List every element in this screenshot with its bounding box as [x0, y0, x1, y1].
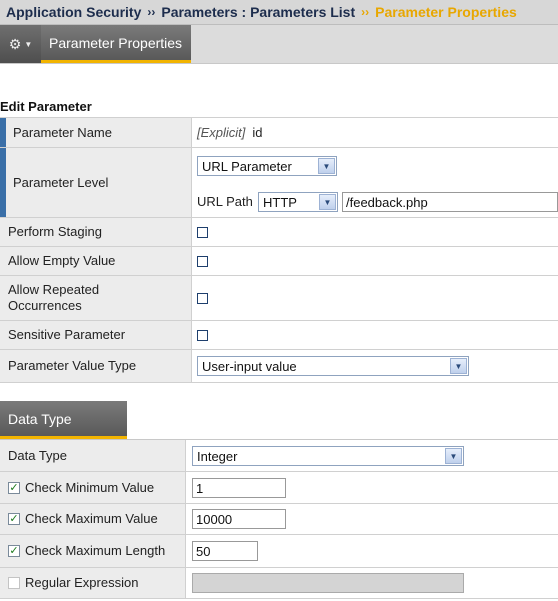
check-minimum-value-row: ✓ Check Minimum Value 1: [0, 472, 558, 504]
minimum-value-input[interactable]: 1: [192, 478, 286, 498]
check-maximum-value-row: ✓ Check Maximum Value 10000: [0, 504, 558, 535]
data-type-value: Integer ▼: [186, 440, 558, 471]
parameter-value-type-row: Parameter Value Type User-input value ▼: [0, 350, 558, 383]
allow-repeated-occurrences-label: Allow Repeated Occurrences: [0, 276, 192, 320]
check-maximum-value-label-cell: ✓ Check Maximum Value: [0, 504, 186, 534]
check-minimum-value-checkbox[interactable]: ✓: [8, 481, 20, 494]
regular-expression-label-cell: ✓ Regular Expression: [0, 568, 186, 598]
breadcrumb-separator: ››: [361, 5, 370, 19]
gear-icon: ⚙: [8, 35, 22, 52]
explicit-marker: [Explicit]: [197, 125, 246, 140]
parameter-level-select[interactable]: URL Parameter ▼: [197, 156, 337, 176]
regular-expression-checkbox[interactable]: ✓: [8, 577, 20, 589]
sensitive-parameter-row: Sensitive Parameter: [0, 321, 558, 350]
maximum-length-input[interactable]: 50: [192, 541, 258, 561]
check-minimum-value-value: 1: [186, 472, 558, 503]
chevron-down-icon: ▼: [318, 158, 335, 174]
data-type-tab-bar: Data Type: [0, 383, 558, 440]
maximum-value-input[interactable]: 10000: [192, 509, 286, 529]
chevron-down-icon: ▼: [450, 358, 467, 374]
check-maximum-length-checkbox[interactable]: ✓: [8, 545, 20, 557]
perform-staging-value: [192, 218, 558, 246]
regular-expression-value: [186, 568, 558, 598]
allow-empty-value-row: Allow Empty Value: [0, 247, 558, 276]
sensitive-parameter-value: [192, 321, 558, 349]
parameter-name-text: id: [252, 125, 263, 140]
chevron-down-icon: ▼: [445, 448, 462, 464]
perform-staging-row: Perform Staging: [0, 218, 558, 247]
sensitive-parameter-label: Sensitive Parameter: [0, 321, 192, 349]
parameter-level-value: URL Parameter ▼ URL Path HTTP ▼ /feedbac…: [192, 148, 558, 217]
check-minimum-value-label: Check Minimum Value: [25, 479, 155, 495]
data-type-row: Data Type Integer ▼: [0, 440, 558, 472]
check-maximum-value-value: 10000: [186, 504, 558, 534]
check-maximum-length-label: Check Maximum Length: [25, 543, 166, 558]
regular-expression-row: ✓ Regular Expression: [0, 568, 558, 599]
parameter-name-value: [Explicit] id: [192, 118, 558, 147]
url-protocol-select[interactable]: HTTP ▼: [258, 192, 338, 212]
breadcrumb-application-security[interactable]: Application Security: [6, 4, 141, 20]
url-path-input[interactable]: /feedback.php: [342, 192, 558, 212]
parameter-value-type-select[interactable]: User-input value ▼: [197, 356, 469, 376]
section-title: Edit Parameter: [0, 99, 92, 114]
data-type-label: Data Type: [0, 440, 186, 471]
url-path-label: URL Path: [197, 194, 253, 209]
sensitive-parameter-checkbox[interactable]: [197, 329, 208, 341]
parameter-level-row: Parameter Level URL Parameter ▼ URL Path…: [0, 148, 558, 218]
check-maximum-value-label: Check Maximum Value: [25, 511, 158, 526]
check-minimum-value-label-cell: ✓ Check Minimum Value: [0, 472, 186, 503]
allow-empty-value-value: [192, 247, 558, 275]
perform-staging-label: Perform Staging: [0, 218, 192, 246]
parameter-name-label: Parameter Name: [0, 118, 192, 147]
allow-repeated-occurrences-value: [192, 276, 558, 320]
check-maximum-length-label-cell: ✓ Check Maximum Length: [0, 535, 186, 567]
breadcrumb-parameters-list[interactable]: Parameters : Parameters List: [161, 4, 355, 20]
parameter-value-type-value: User-input value ▼: [192, 350, 558, 382]
breadcrumb: Application Security ›› Parameters : Par…: [0, 0, 558, 25]
breadcrumb-separator: ››: [147, 5, 156, 19]
gear-menu-button[interactable]: ⚙ ▼: [0, 25, 42, 63]
parameter-value-type-label: Parameter Value Type: [0, 350, 192, 382]
allow-repeated-occurrences-checkbox[interactable]: [197, 292, 208, 304]
chevron-down-icon: ▼: [24, 39, 33, 49]
tab-parameter-properties[interactable]: Parameter Properties: [41, 25, 191, 63]
regular-expression-label: Regular Expression: [25, 575, 139, 590]
allow-repeated-occurrences-row: Allow Repeated Occurrences: [0, 276, 558, 321]
check-maximum-value-checkbox[interactable]: ✓: [8, 513, 20, 525]
parameter-name-row: Parameter Name [Explicit] id: [0, 117, 558, 148]
check-maximum-length-value: 50: [186, 535, 558, 567]
chevron-down-icon: ▼: [319, 194, 336, 210]
regular-expression-input[interactable]: [192, 573, 464, 593]
allow-empty-value-label: Allow Empty Value: [0, 247, 192, 275]
breadcrumb-parameter-properties: Parameter Properties: [375, 4, 517, 20]
parameter-level-label: Parameter Level: [0, 148, 192, 217]
tab-bar: ⚙ ▼ Parameter Properties: [0, 25, 558, 64]
tab-data-type[interactable]: Data Type: [0, 401, 127, 439]
data-type-select[interactable]: Integer ▼: [192, 446, 464, 466]
check-maximum-length-row: ✓ Check Maximum Length 50: [0, 535, 558, 568]
perform-staging-checkbox[interactable]: [197, 226, 208, 238]
allow-empty-value-checkbox[interactable]: [197, 255, 208, 267]
